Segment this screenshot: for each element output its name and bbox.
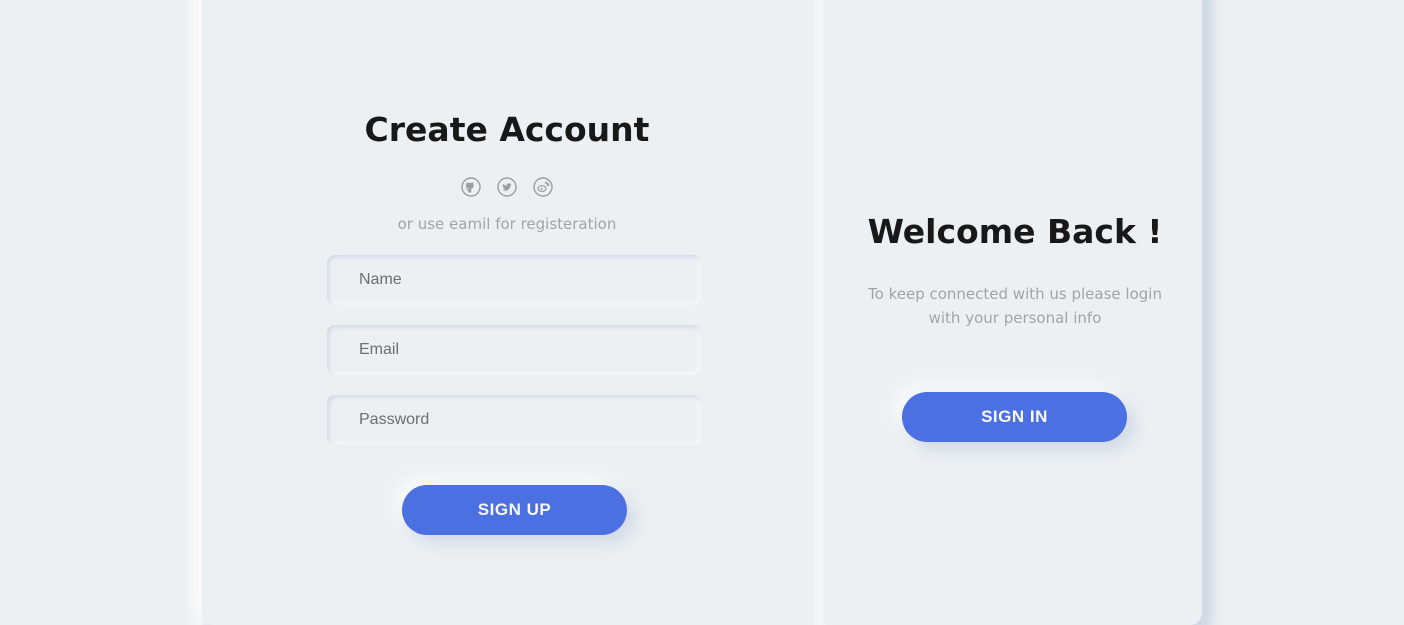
welcome-message: To keep connected with us please login w… [868, 285, 1162, 327]
github-icon[interactable] [460, 176, 482, 198]
name-field[interactable] [327, 255, 701, 305]
registration-hint: or use eamil for registeration [397, 215, 617, 233]
panel-divider [812, 0, 828, 625]
signup-panel: Create Account or use eamil for register… [202, 0, 812, 625]
social-login-row [202, 176, 812, 198]
twitter-icon[interactable] [496, 176, 518, 198]
welcome-panel: Welcome Back ! To keep connected with us… [828, 0, 1202, 625]
password-field[interactable] [327, 395, 701, 445]
weibo-icon[interactable] [532, 176, 554, 198]
welcome-title: Welcome Back ! [867, 212, 1163, 251]
sign-in-button[interactable]: SIGN IN [902, 392, 1127, 442]
auth-page: Create Account or use eamil for register… [0, 0, 1404, 625]
email-field[interactable] [327, 325, 701, 375]
sign-up-button[interactable]: SIGN UP [402, 485, 627, 535]
left-edge-glow [184, 0, 202, 625]
signup-title: Create Account [364, 110, 650, 149]
